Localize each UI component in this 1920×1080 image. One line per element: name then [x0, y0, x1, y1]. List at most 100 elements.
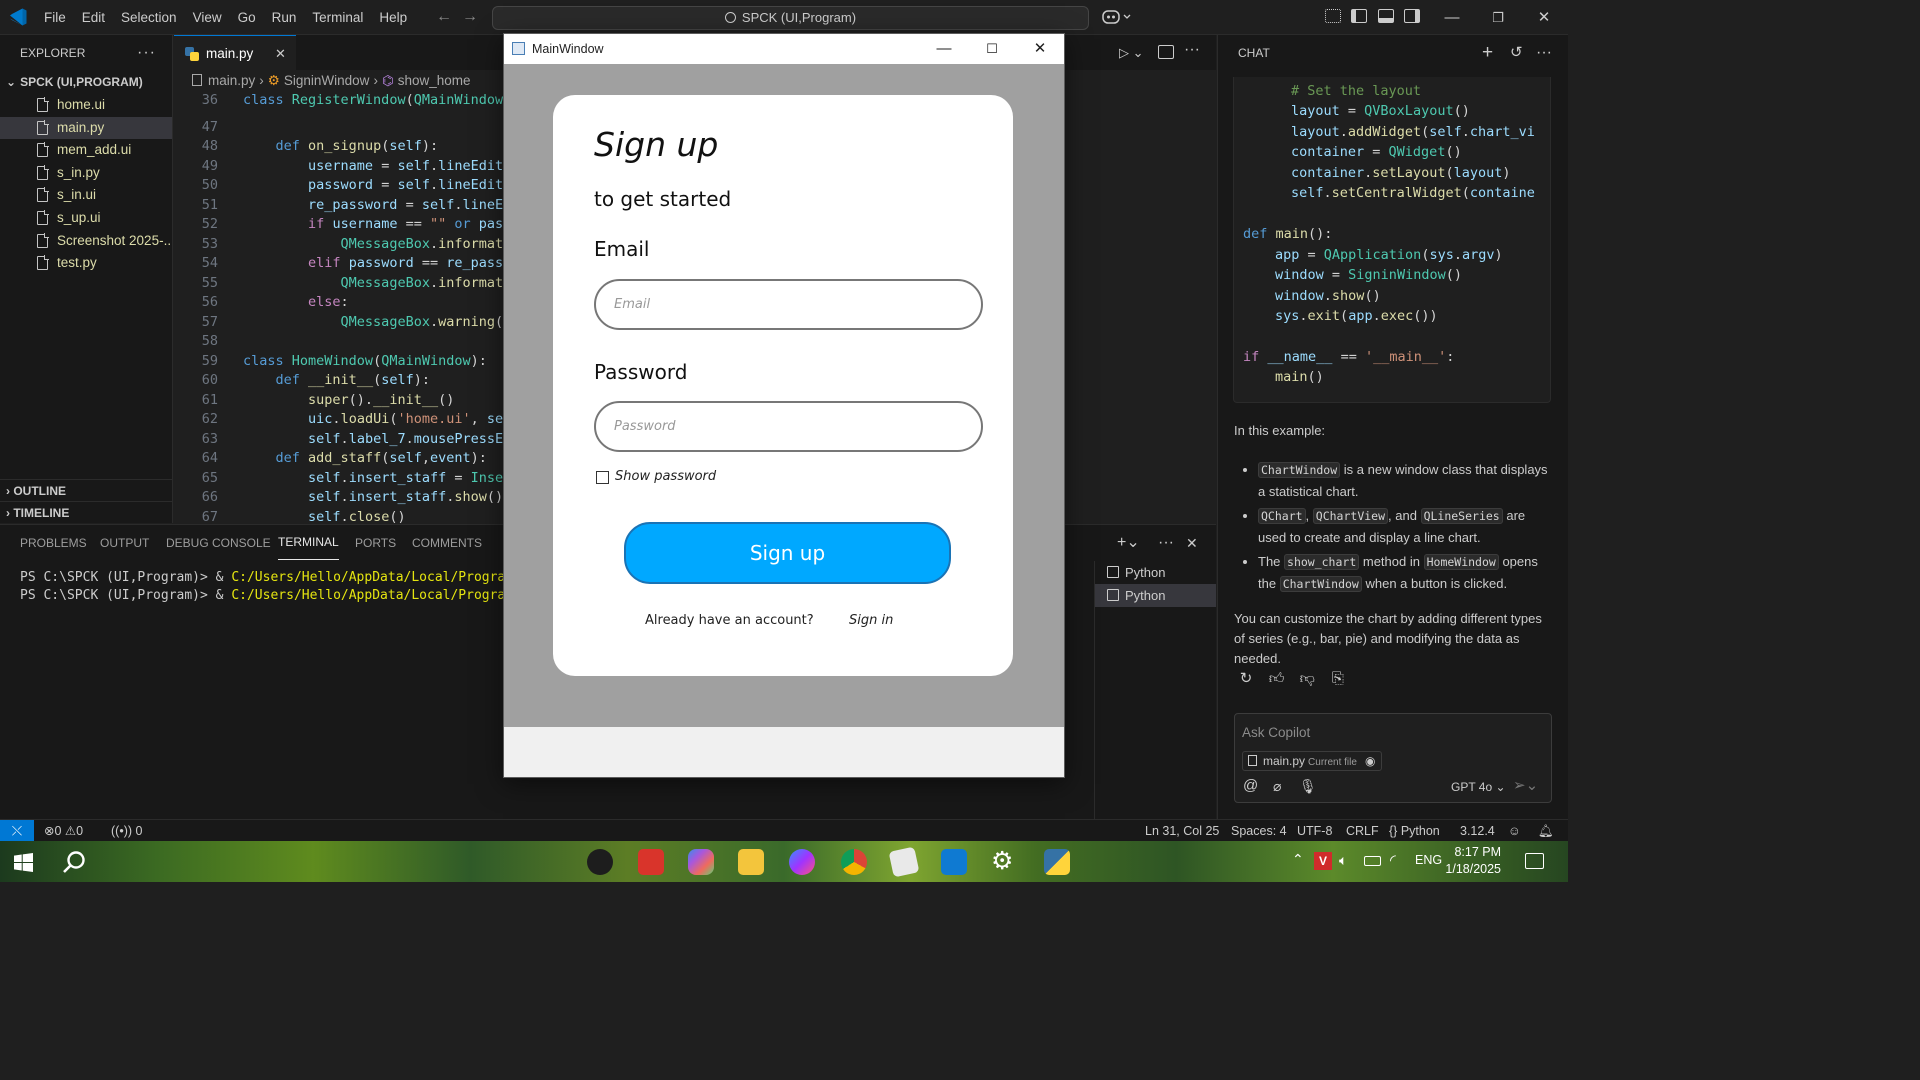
battery-icon[interactable] [1364, 856, 1381, 866]
thumbs-up-icon[interactable]: 👍︎ [1269, 671, 1285, 687]
new-terminal-icon[interactable]: +⌄ [1117, 525, 1140, 561]
customize-layout-icon[interactable] [1325, 9, 1341, 23]
outline-section[interactable]: › OUTLINE [0, 479, 173, 501]
attach-icon[interactable]: ⌀ [1273, 778, 1281, 795]
thumbs-down-icon[interactable]: 👎︎ [1299, 671, 1315, 687]
clock[interactable]: 8:17 PM 1/18/2025 [1434, 844, 1501, 878]
chat-input[interactable]: Ask Copilot [1242, 725, 1310, 740]
retry-icon[interactable]: ↻ [1238, 671, 1254, 687]
breadcrumb-class[interactable]: SigninWindow [284, 73, 370, 88]
file-item[interactable]: Screenshot 2025-... [0, 230, 172, 253]
menu-selection[interactable]: Selection [113, 0, 185, 35]
remote-indicator-icon[interactable]: ⤬ [0, 820, 34, 842]
minimize-icon[interactable]: — [1429, 0, 1475, 35]
context-file-chip[interactable]: main.py Current file ◉ [1242, 751, 1383, 771]
file-item[interactable]: s_in.py [0, 162, 172, 185]
toggle-primary-sidebar-icon[interactable] [1351, 9, 1367, 23]
command-center-search[interactable]: SPCK (UI,Program) [492, 6, 1089, 30]
messenger-icon[interactable] [789, 849, 815, 875]
qt-maximize-icon[interactable]: ☐ [968, 34, 1016, 64]
volume-icon[interactable]: 🔈︎ [1339, 852, 1347, 869]
copilot-icon[interactable] [1101, 8, 1133, 26]
toggle-secondary-sidebar-icon[interactable] [1404, 9, 1420, 23]
menu-run[interactable]: Run [264, 0, 305, 35]
eye-icon[interactable]: ◉ [1365, 754, 1375, 768]
tab-debug-console[interactable]: DEBUG CONSOLE [166, 525, 271, 561]
python-taskbar-icon[interactable] [1044, 849, 1070, 875]
python-version[interactable]: 3.12.4 [1460, 820, 1495, 842]
history-icon[interactable]: ↺ [1510, 35, 1523, 71]
tab-output[interactable]: OUTPUT [100, 525, 149, 561]
menu-terminal[interactable]: Terminal [304, 0, 371, 35]
file-item[interactable]: s_up.ui [0, 207, 172, 230]
split-editor-icon[interactable] [1158, 45, 1174, 59]
timeline-section[interactable]: › TIMELINE [0, 501, 173, 523]
tray-app-icon[interactable]: V [1314, 852, 1332, 870]
restore-icon[interactable]: ❐ [1475, 0, 1521, 35]
file-item-selected[interactable]: main.py [0, 116, 172, 140]
problems-status[interactable]: ⊗0 ⚠0 [44, 820, 83, 842]
file-item[interactable]: s_in.ui [0, 184, 172, 207]
model-picker[interactable]: GPT 4o ⌄ [1451, 780, 1506, 794]
tab-main-py[interactable]: main.py ✕ [174, 35, 296, 70]
menu-help[interactable]: Help [371, 0, 415, 35]
panel-more-icon[interactable]: ··· [1158, 525, 1174, 561]
file-item[interactable]: test.py [0, 252, 172, 275]
send-icon[interactable]: ➢⌄ [1513, 776, 1538, 794]
forward-arrow-icon[interactable]: → [462, 8, 478, 26]
file-item[interactable]: mem_add.ui [0, 139, 172, 162]
breadcrumb-file[interactable]: main.py [208, 73, 255, 88]
close-panel-icon[interactable]: ✕ [1186, 525, 1198, 561]
chat-more-icon[interactable]: ··· [1536, 35, 1552, 71]
windows-start-icon[interactable] [14, 853, 33, 872]
signup-button[interactable]: Sign up [624, 522, 951, 584]
copilot-app-icon[interactable] [688, 849, 714, 875]
tab-problems[interactable]: PROBLEMS [20, 525, 87, 561]
roblox-icon[interactable] [888, 846, 920, 878]
project-folder[interactable]: ⌄ SPCK (UI,PROGRAM) [0, 70, 172, 94]
tab-ports[interactable]: PORTS [355, 525, 396, 561]
back-arrow-icon[interactable]: ← [436, 8, 452, 26]
language-status[interactable]: {} Python [1389, 820, 1440, 842]
chrome-icon[interactable] [841, 849, 867, 875]
qt-minimize-icon[interactable]: — [920, 34, 968, 64]
eol-status[interactable]: CRLF [1346, 820, 1379, 842]
chevron-up-icon[interactable]: ⌃ [1292, 851, 1304, 868]
menu-view[interactable]: View [185, 0, 230, 35]
email-field[interactable] [594, 279, 983, 330]
ports-status[interactable]: ((•)) 0 [111, 820, 142, 842]
vscode-taskbar-icon[interactable] [941, 849, 967, 875]
menu-edit[interactable]: Edit [74, 0, 113, 35]
indentation-status[interactable]: Spaces: 4 [1231, 820, 1287, 842]
notifications-icon[interactable]: 🔔︎ [1538, 820, 1554, 842]
microphone-icon[interactable]: 🎙︎ [1299, 778, 1317, 795]
copilot-status-icon[interactable]: ☺ [1508, 820, 1521, 842]
menu-file[interactable]: File [36, 0, 74, 35]
notification-center-icon[interactable] [1525, 853, 1544, 869]
tab-comments[interactable]: COMMENTS [412, 525, 482, 561]
run-python-icon[interactable]: ▷ ⌄ [1119, 45, 1144, 61]
new-chat-icon[interactable]: + [1482, 35, 1493, 71]
menu-go[interactable]: Go [230, 0, 264, 35]
close-tab-icon[interactable]: ✕ [275, 36, 286, 71]
file-item[interactable]: home.ui [0, 94, 172, 117]
more-actions-icon[interactable]: ··· [137, 35, 156, 71]
encoding-status[interactable]: UTF-8 [1297, 820, 1332, 842]
breadcrumb-method[interactable]: show_home [398, 73, 471, 88]
settings-gear-icon[interactable]: ⚙ [991, 846, 1013, 876]
app-icon-1[interactable] [587, 849, 613, 875]
show-password-label[interactable]: Show password [615, 469, 716, 484]
wifi-icon[interactable]: ◜ [1390, 851, 1396, 869]
close-window-icon[interactable]: ✕ [1521, 0, 1567, 35]
search-icon[interactable] [62, 850, 86, 874]
mention-icon[interactable]: @ [1243, 777, 1258, 794]
terminal-instance-selected[interactable]: Python [1095, 584, 1216, 607]
signin-link[interactable]: Sign in [849, 613, 893, 628]
chat-input-box[interactable]: Ask Copilot main.py Current file ◉ @ ⌀ 🎙︎ … [1234, 713, 1552, 803]
wps-office-icon[interactable] [638, 849, 664, 875]
editor-more-icon[interactable]: ··· [1184, 41, 1200, 59]
file-explorer-icon[interactable] [738, 849, 764, 875]
password-field[interactable] [594, 401, 983, 452]
toggle-panel-icon[interactable] [1378, 9, 1394, 23]
qt-close-icon[interactable]: ✕ [1016, 34, 1064, 64]
